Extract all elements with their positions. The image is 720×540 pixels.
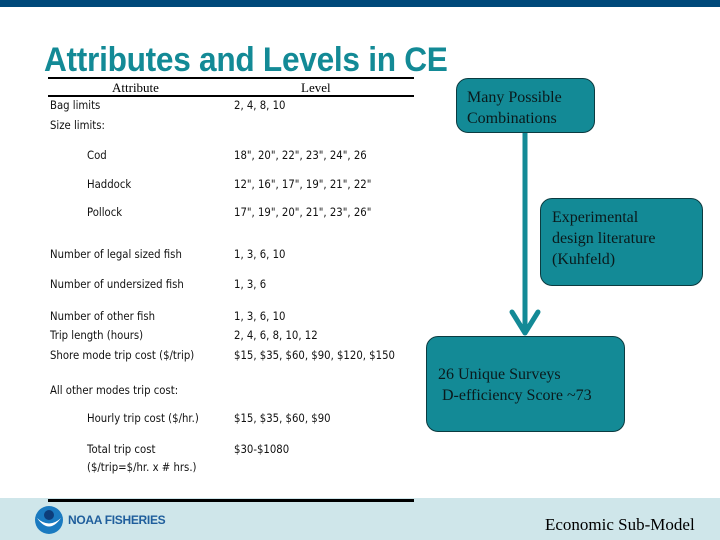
section-label: Economic Sub-Model — [545, 515, 695, 534]
literature-box: Experimental design literature (Kuhfeld) — [540, 198, 703, 286]
box-line: (Kuhfeld) — [552, 251, 616, 268]
box-line: Many Possible — [467, 89, 562, 106]
box-line: design literature — [552, 230, 656, 247]
box-line: D-efficiency Score ~73 — [442, 387, 592, 404]
combinations-box: Many Possible Combinations — [456, 78, 595, 133]
box-line: Combinations — [467, 110, 557, 127]
box-line: 26 Unique Surveys — [438, 366, 561, 383]
noaa-logo-icon — [35, 506, 63, 534]
result-box: 26 Unique Surveys D-efficiency Score ~73 — [426, 336, 625, 432]
noaa-fisheries-logo-text: NOAA FISHERIES — [68, 513, 166, 527]
box-line: Experimental — [552, 209, 639, 226]
